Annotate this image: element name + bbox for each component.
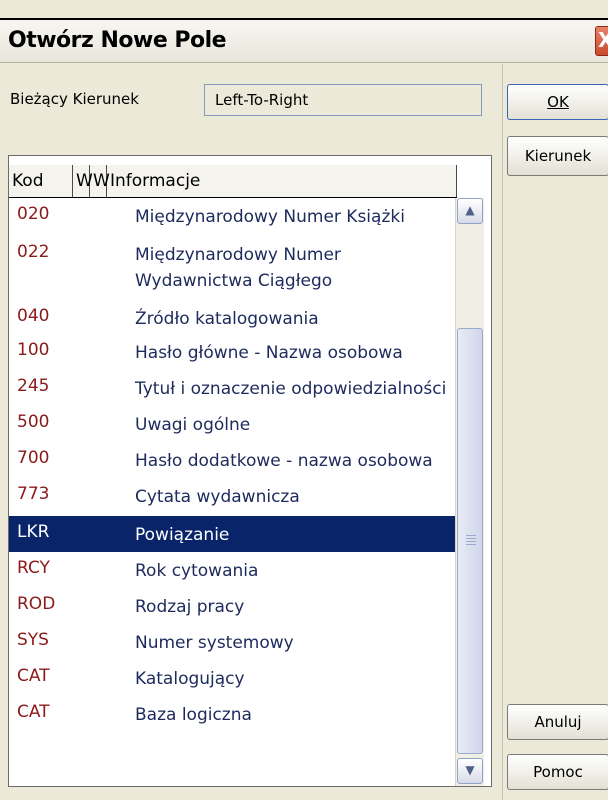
list-item[interactable]: 100 Hasło główne - Nazwa osobowa [9,334,455,370]
field-code: 700 [17,448,50,468]
list-item[interactable]: SYS Numer systemowy [9,624,455,660]
field-code: CAT [17,702,50,722]
field-description: Hasło dodatkowe - nazwa osobowa [135,451,433,471]
window-title: Otwórz Nowe Pole [8,28,227,53]
list-item[interactable]: 500 Uwagi ogólne [9,406,455,442]
field-code: RCY [17,558,50,578]
button-panel: OK Kierunek Anuluj Pomoc [502,64,608,800]
field-code: LKR [17,522,50,542]
direction-value-field: Left-To-Right [204,84,482,116]
field-description: Hasło główne - Nazwa osobowa [135,343,403,363]
list-item[interactable]: 040 Źródło katalogowania [9,300,455,334]
ok-button-label: OK [547,93,569,111]
field-description: Rok cytowania [135,561,259,581]
grip-icon [466,535,476,536]
list-header: Kod W W Informacje [9,164,457,198]
kierunek-button[interactable]: Kierunek [507,136,608,176]
field-description: Baza logiczna [135,705,252,725]
field-description: Katalogujący [135,669,245,689]
scroll-down-icon[interactable]: ▼ [457,758,483,784]
column-header-w1[interactable]: W [73,165,93,197]
field-code: 500 [17,412,50,432]
field-code: 040 [17,306,50,326]
field-description: Tytuł i oznaczenie odpowiedzialności [135,379,447,399]
field-code: 245 [17,376,50,396]
field-description: Powiązanie [135,525,230,545]
field-description: Rodzaj pracy [135,597,245,617]
field-description: Międzynarodowy Numer Wydawnictwa Ciągłeg… [135,245,341,291]
field-code: 773 [17,484,50,504]
field-code: CAT [17,666,50,686]
field-description: Źródło katalogowania [135,309,319,329]
field-list[interactable]: Kod W W Informacje 020 Międzynarodowy Num… [8,155,492,787]
list-item[interactable]: 700 Hasło dodatkowe - nazwa osobowa [9,442,455,478]
field-code: 100 [17,340,50,360]
list-item[interactable]: 022 Międzynarodowy Numer Wydawnictwa Ciąg… [9,236,455,300]
ok-button[interactable]: OK [507,84,608,120]
list-item[interactable]: ROD Rodzaj pracy [9,588,455,624]
field-code: ROD [17,594,56,614]
scroll-up-icon[interactable]: ▲ [457,198,483,224]
list-item[interactable]: 020 Międzynarodowy Numer Książki [9,198,455,236]
field-code: 022 [17,242,50,262]
field-code: SYS [17,630,49,650]
field-description: Międzynarodowy Numer Książki [135,207,405,227]
title-bar[interactable]: Otwórz Nowe Pole X [0,18,608,63]
list-item[interactable]: 245 Tytuł i oznaczenie odpowiedzialności [9,370,455,406]
list-item[interactable]: CAT Katalogujący [9,660,455,696]
dialog-window: Otwórz Nowe Pole X Bieżący Kierunek Left… [0,0,608,800]
direction-label: Bieżący Kierunek [10,90,139,108]
column-header-kod[interactable]: Kod [9,165,73,197]
field-description: Uwagi ogólne [135,415,251,435]
field-code: 020 [17,204,50,224]
list-item[interactable]: CAT Baza logiczna [9,696,455,732]
column-header-informacje[interactable]: Informacje [107,165,457,197]
list-item[interactable]: 773 Cytata wydawnicza [9,478,455,514]
field-description: Numer systemowy [135,633,294,653]
help-button[interactable]: Pomoc [507,754,608,790]
scrollbar-thumb[interactable] [457,328,483,754]
list-item-selected[interactable]: LKR Powiązanie [9,516,455,552]
field-description: Cytata wydawnicza [135,487,300,507]
column-header-w2[interactable]: W [90,165,110,197]
cancel-button[interactable]: Anuluj [507,704,608,740]
list-item[interactable]: RCY Rok cytowania [9,552,455,588]
close-icon[interactable]: X [595,26,608,56]
vertical-scrollbar[interactable]: ▲ ▼ [455,198,484,786]
